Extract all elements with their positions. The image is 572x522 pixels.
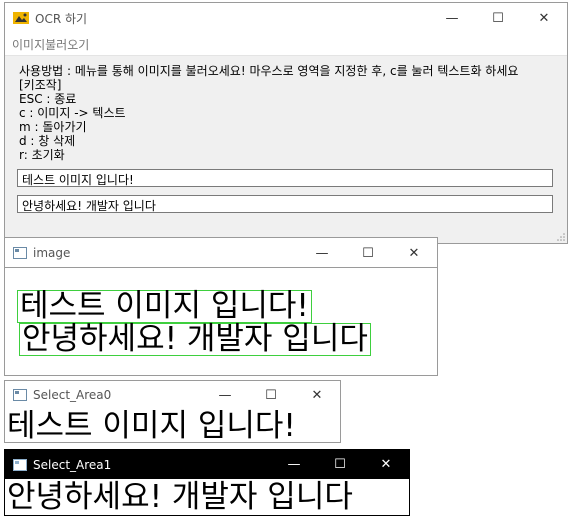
maximize-icon: ☐: [265, 387, 277, 403]
minimize-icon: —: [218, 387, 232, 403]
close-button[interactable]: ✕: [363, 450, 409, 479]
maximize-button[interactable]: ☐: [248, 381, 294, 409]
close-icon: ✕: [380, 457, 392, 472]
minimize-button[interactable]: —: [429, 3, 475, 33]
select-area-1-text: 안녕하세요! 개발자 입니다: [7, 479, 353, 515]
close-button[interactable]: ✕: [294, 381, 340, 409]
usage-line: r: 초기화: [19, 148, 65, 162]
ocr-result-field-1[interactable]: 안녕하세요! 개발자 입니다: [17, 195, 553, 213]
minimize-icon: —: [287, 457, 301, 472]
maximize-icon: ☐: [492, 10, 504, 26]
usage-line: c : 이미지 -> 텍스트: [19, 106, 126, 120]
minimize-icon: —: [445, 10, 459, 26]
maximize-icon: ☐: [334, 457, 346, 472]
minimize-button[interactable]: —: [299, 238, 345, 268]
image-text-line-1[interactable]: 안녕하세요! 개발자 입니다: [19, 323, 371, 356]
select-area-1-titlebar[interactable]: Select_Area1 — ☐ ✕: [5, 450, 409, 479]
close-icon: ✕: [311, 387, 323, 403]
ocr-window: OCR 하기 — ☐ ✕ 이미지불러오기 사용방법 : 메뉴를 통해 이미지를 …: [4, 2, 568, 244]
select-area-1-title: Select_Area1: [33, 457, 112, 472]
ocr-app-icon: [13, 12, 29, 24]
ocr-result-field-0[interactable]: 테스트 이미지 입니다!: [17, 169, 553, 187]
usage-line: 사용방법 : 메뉴를 통해 이미지를 불러오세요! 마우스로 영역을 지정한 후…: [19, 64, 519, 78]
minimize-button[interactable]: —: [202, 381, 248, 409]
usage-line: [키조작]: [19, 78, 62, 92]
menubar: 이미지불러오기: [5, 33, 567, 56]
image-window-icon: [13, 389, 27, 401]
usage-line: d : 창 삭제: [19, 134, 76, 148]
select-area-0-text: 테스트 이미지 입니다!: [7, 408, 296, 444]
image-window-title: image: [33, 245, 71, 260]
image-window-icon: [13, 246, 27, 259]
close-button[interactable]: ✕: [521, 3, 567, 33]
close-icon: ✕: [538, 10, 550, 26]
image-text-line-0[interactable]: 테스트 이미지 입니다!: [17, 290, 312, 323]
image-titlebar[interactable]: image — ☐ ✕: [5, 238, 437, 268]
select-area-0-title: Select_Area0: [33, 388, 112, 402]
close-icon: ✕: [408, 245, 420, 261]
image-window-icon: [13, 458, 27, 471]
usage-line: ESC : 종료: [19, 92, 77, 106]
maximize-icon: ☐: [362, 245, 374, 261]
ocr-window-title: OCR 하기: [35, 11, 88, 26]
close-button[interactable]: ✕: [391, 238, 437, 268]
select-area-0-window: Select_Area0 — ☐ ✕ 테스트 이미지 입니다!: [4, 380, 341, 443]
maximize-button[interactable]: ☐: [317, 450, 363, 479]
usage-line: m : 돌아가기: [19, 120, 87, 134]
minimize-button[interactable]: —: [271, 450, 317, 479]
minimize-icon: —: [315, 245, 329, 261]
ocr-titlebar[interactable]: OCR 하기 — ☐ ✕: [5, 3, 567, 33]
usage-instructions: 사용방법 : 메뉴를 통해 이미지를 불러오세요! 마우스로 영역을 지정한 후…: [19, 64, 567, 162]
image-window: image — ☐ ✕ 테스트 이미지 입니다! 안녕하세요! 개발자 입니다: [4, 237, 438, 376]
select-area-0-titlebar[interactable]: Select_Area0 — ☐ ✕: [5, 381, 340, 409]
resize-grip-icon[interactable]: [556, 232, 565, 241]
maximize-button[interactable]: ☐: [475, 3, 521, 33]
menu-load-image[interactable]: 이미지불러오기: [12, 36, 89, 53]
maximize-button[interactable]: ☐: [345, 238, 391, 268]
select-area-1-window: Select_Area1 — ☐ ✕ 안녕하세요! 개발자 입니다: [4, 449, 410, 516]
